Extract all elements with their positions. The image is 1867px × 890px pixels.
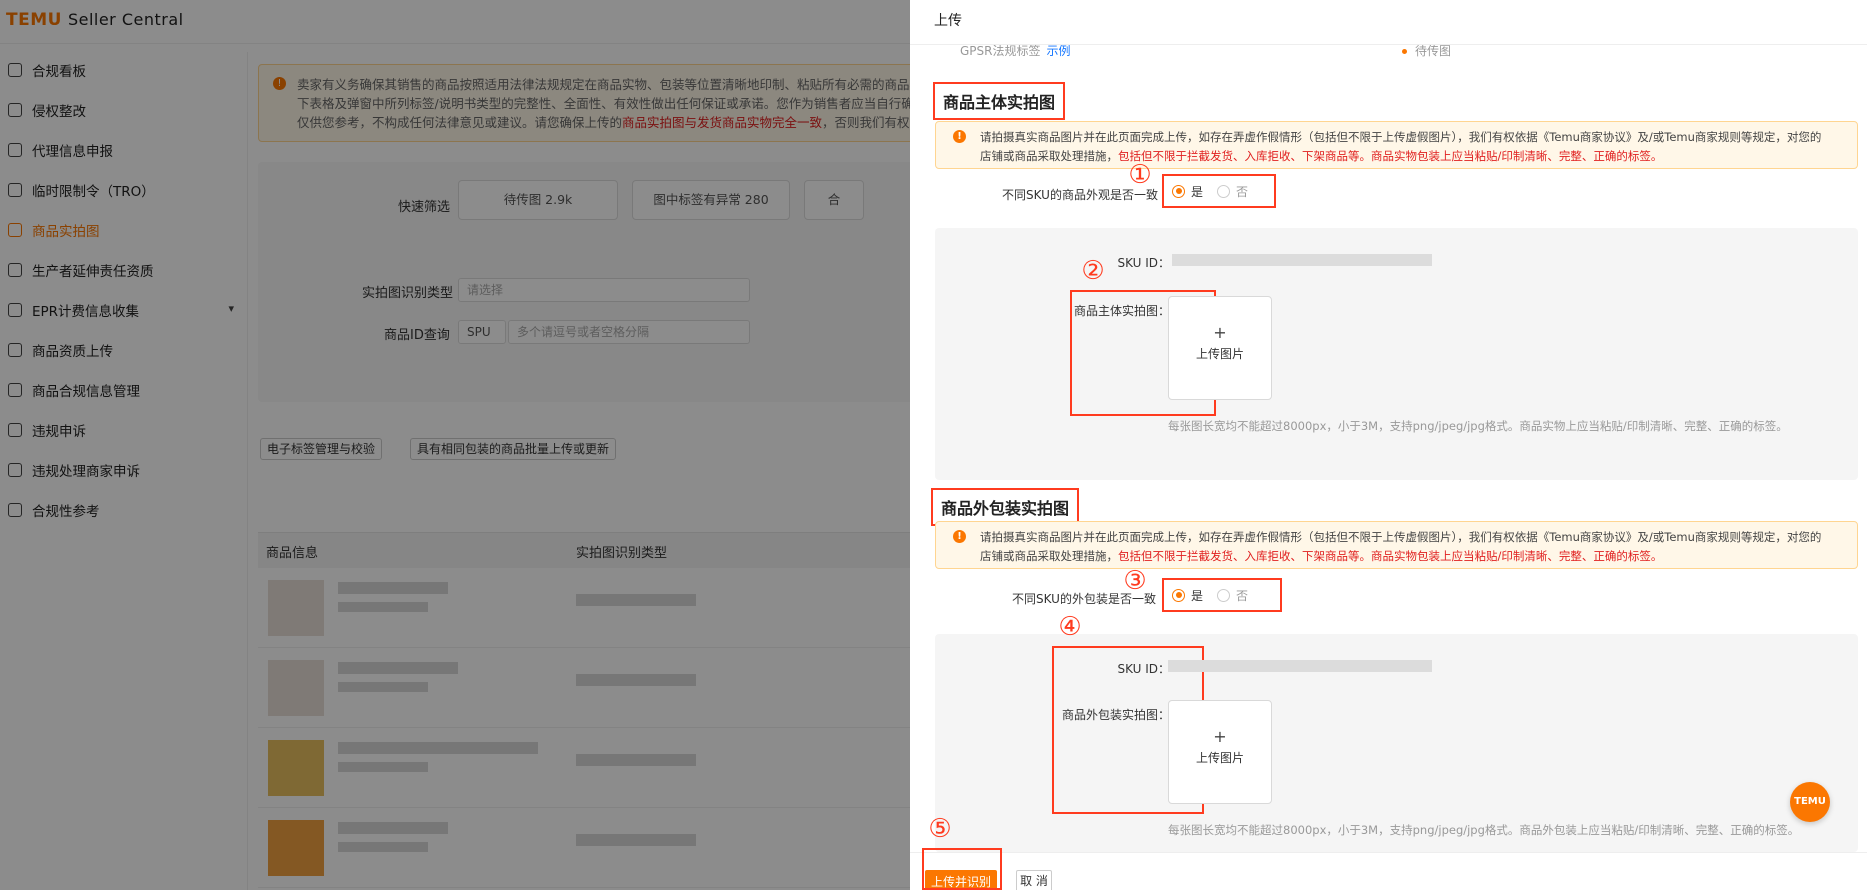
- modal-overlay[interactable]: [0, 0, 910, 890]
- package-photo-upload-button[interactable]: + 上传图片: [1168, 700, 1272, 804]
- sku-id-value: [1172, 254, 1432, 266]
- radio-no[interactable]: [1217, 588, 1231, 602]
- drawer-footer: 上传并识别 取 消: [910, 852, 1867, 890]
- package-consistency-question: 不同SKU的外包装是否一致: [1012, 592, 1156, 606]
- package-photo-label: 商品外包装实拍图：: [1061, 708, 1170, 722]
- package-photo-hint: 每张图长宽均不能超过8000px，小于3M，支持png/jpeg/jpg格式。商…: [1168, 823, 1800, 837]
- section-title-main-photo: 商品主体实拍图: [933, 82, 1066, 120]
- package-radio-group: 是 否: [1162, 578, 1282, 612]
- annotation-marker-4: ④: [1058, 612, 1082, 642]
- warning-icon: !: [953, 130, 966, 143]
- sku-id-label: SKU ID：: [1117, 256, 1170, 270]
- warning-icon: !: [953, 530, 966, 543]
- sku-id-value: [1168, 660, 1432, 672]
- annotation-marker-5: ⑤: [928, 814, 952, 844]
- plus-icon: +: [1213, 323, 1227, 342]
- cancel-button[interactable]: 取 消: [1016, 870, 1052, 890]
- status-dot-icon: [1402, 49, 1407, 54]
- sku-appearance-question: 不同SKU的商品外观是否一致: [1002, 188, 1158, 202]
- radio-yes[interactable]: [1172, 184, 1185, 198]
- drawer-title: 上传: [934, 13, 962, 29]
- sku-id-label: SKU ID：: [1117, 662, 1170, 676]
- gpsr-example-link[interactable]: 示例: [1047, 44, 1071, 58]
- section2-warning: ! 请拍摄真实商品图片并在此页面完成上传，如存在弄虚作假情形（包括但不限于上传虚…: [935, 521, 1858, 569]
- main-photo-hint: 每张图长宽均不能超过8000px，小于3M，支持png/jpeg/jpg格式。商…: [1168, 419, 1788, 433]
- temu-assistant-button[interactable]: TEMU: [1790, 782, 1830, 822]
- main-photo-label: 商品主体实拍图：: [1073, 304, 1170, 318]
- section1-warning: ! 请拍摄真实商品图片并在此页面完成上传，如存在弄虚作假情形（包括但不限于上传虚…: [935, 121, 1858, 169]
- drawer-divider: [910, 44, 1867, 45]
- radio-yes[interactable]: [1172, 588, 1185, 602]
- upload-drawer: 上传 GPSR法规标签 示例 待传图 商品主体实拍图 ! 请拍摄真实商品图片并在此…: [910, 0, 1867, 890]
- plus-icon: +: [1213, 727, 1227, 746]
- annotation-box-submit: [922, 848, 1002, 890]
- appearance-radio-group: 是 否: [1162, 174, 1276, 208]
- radio-no[interactable]: [1217, 184, 1231, 198]
- page: TEMU Seller Central 合规看板 侵权整改 代理信息申报 临时限制…: [0, 0, 1867, 890]
- main-photo-upload-button[interactable]: + 上传图片: [1168, 296, 1272, 400]
